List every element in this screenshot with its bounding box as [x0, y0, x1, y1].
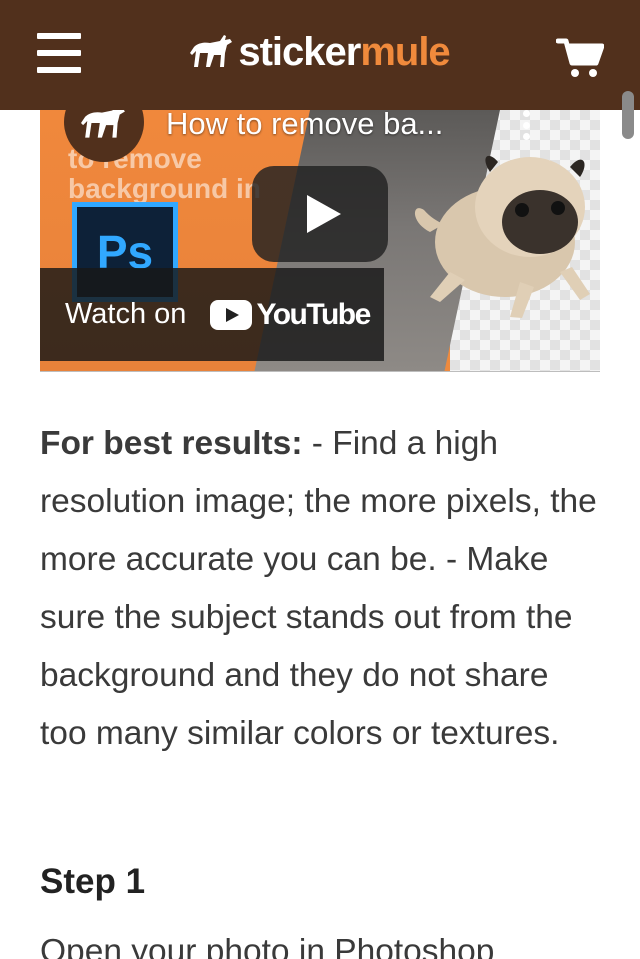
stickermule-logo[interactable]: stickermule: [190, 29, 451, 75]
article-paragraph: For best results: - Find a high resoluti…: [40, 415, 600, 763]
best-results-label: For best results:: [40, 425, 303, 462]
step-heading: Step 1: [40, 862, 146, 901]
pug-dog-image: [414, 155, 590, 318]
play-button[interactable]: [252, 166, 388, 262]
shopping-cart-icon[interactable]: [555, 37, 605, 79]
play-icon: [307, 195, 341, 233]
site-header: stickermule: [0, 0, 640, 110]
watch-on-youtube-button[interactable]: Watch on YouTube: [40, 268, 384, 361]
mule-logo-icon: [190, 35, 233, 67]
youtube-logo: YouTube: [210, 297, 371, 332]
step-text: Open your photo in Photoshop: [40, 933, 495, 959]
video-title[interactable]: How to remove ba...: [166, 110, 443, 142]
youtube-play-icon: [210, 299, 253, 330]
logo-text-mule: mule: [360, 29, 450, 74]
youtube-video-embed[interactable]: to remove background in Ps How to remove…: [40, 110, 600, 372]
more-options-icon[interactable]: [520, 110, 532, 140]
mule-channel-icon: [81, 110, 125, 138]
watch-on-label: Watch on: [65, 298, 187, 330]
best-results-text: - Find a high resolution image; the more…: [40, 425, 597, 752]
hamburger-menu-icon[interactable]: [37, 33, 81, 73]
youtube-wordmark: YouTube: [256, 297, 371, 331]
logo-text-sticker: sticker: [238, 29, 361, 74]
logo-text: stickermule: [238, 29, 450, 75]
page-scrollbar[interactable]: [622, 91, 634, 139]
